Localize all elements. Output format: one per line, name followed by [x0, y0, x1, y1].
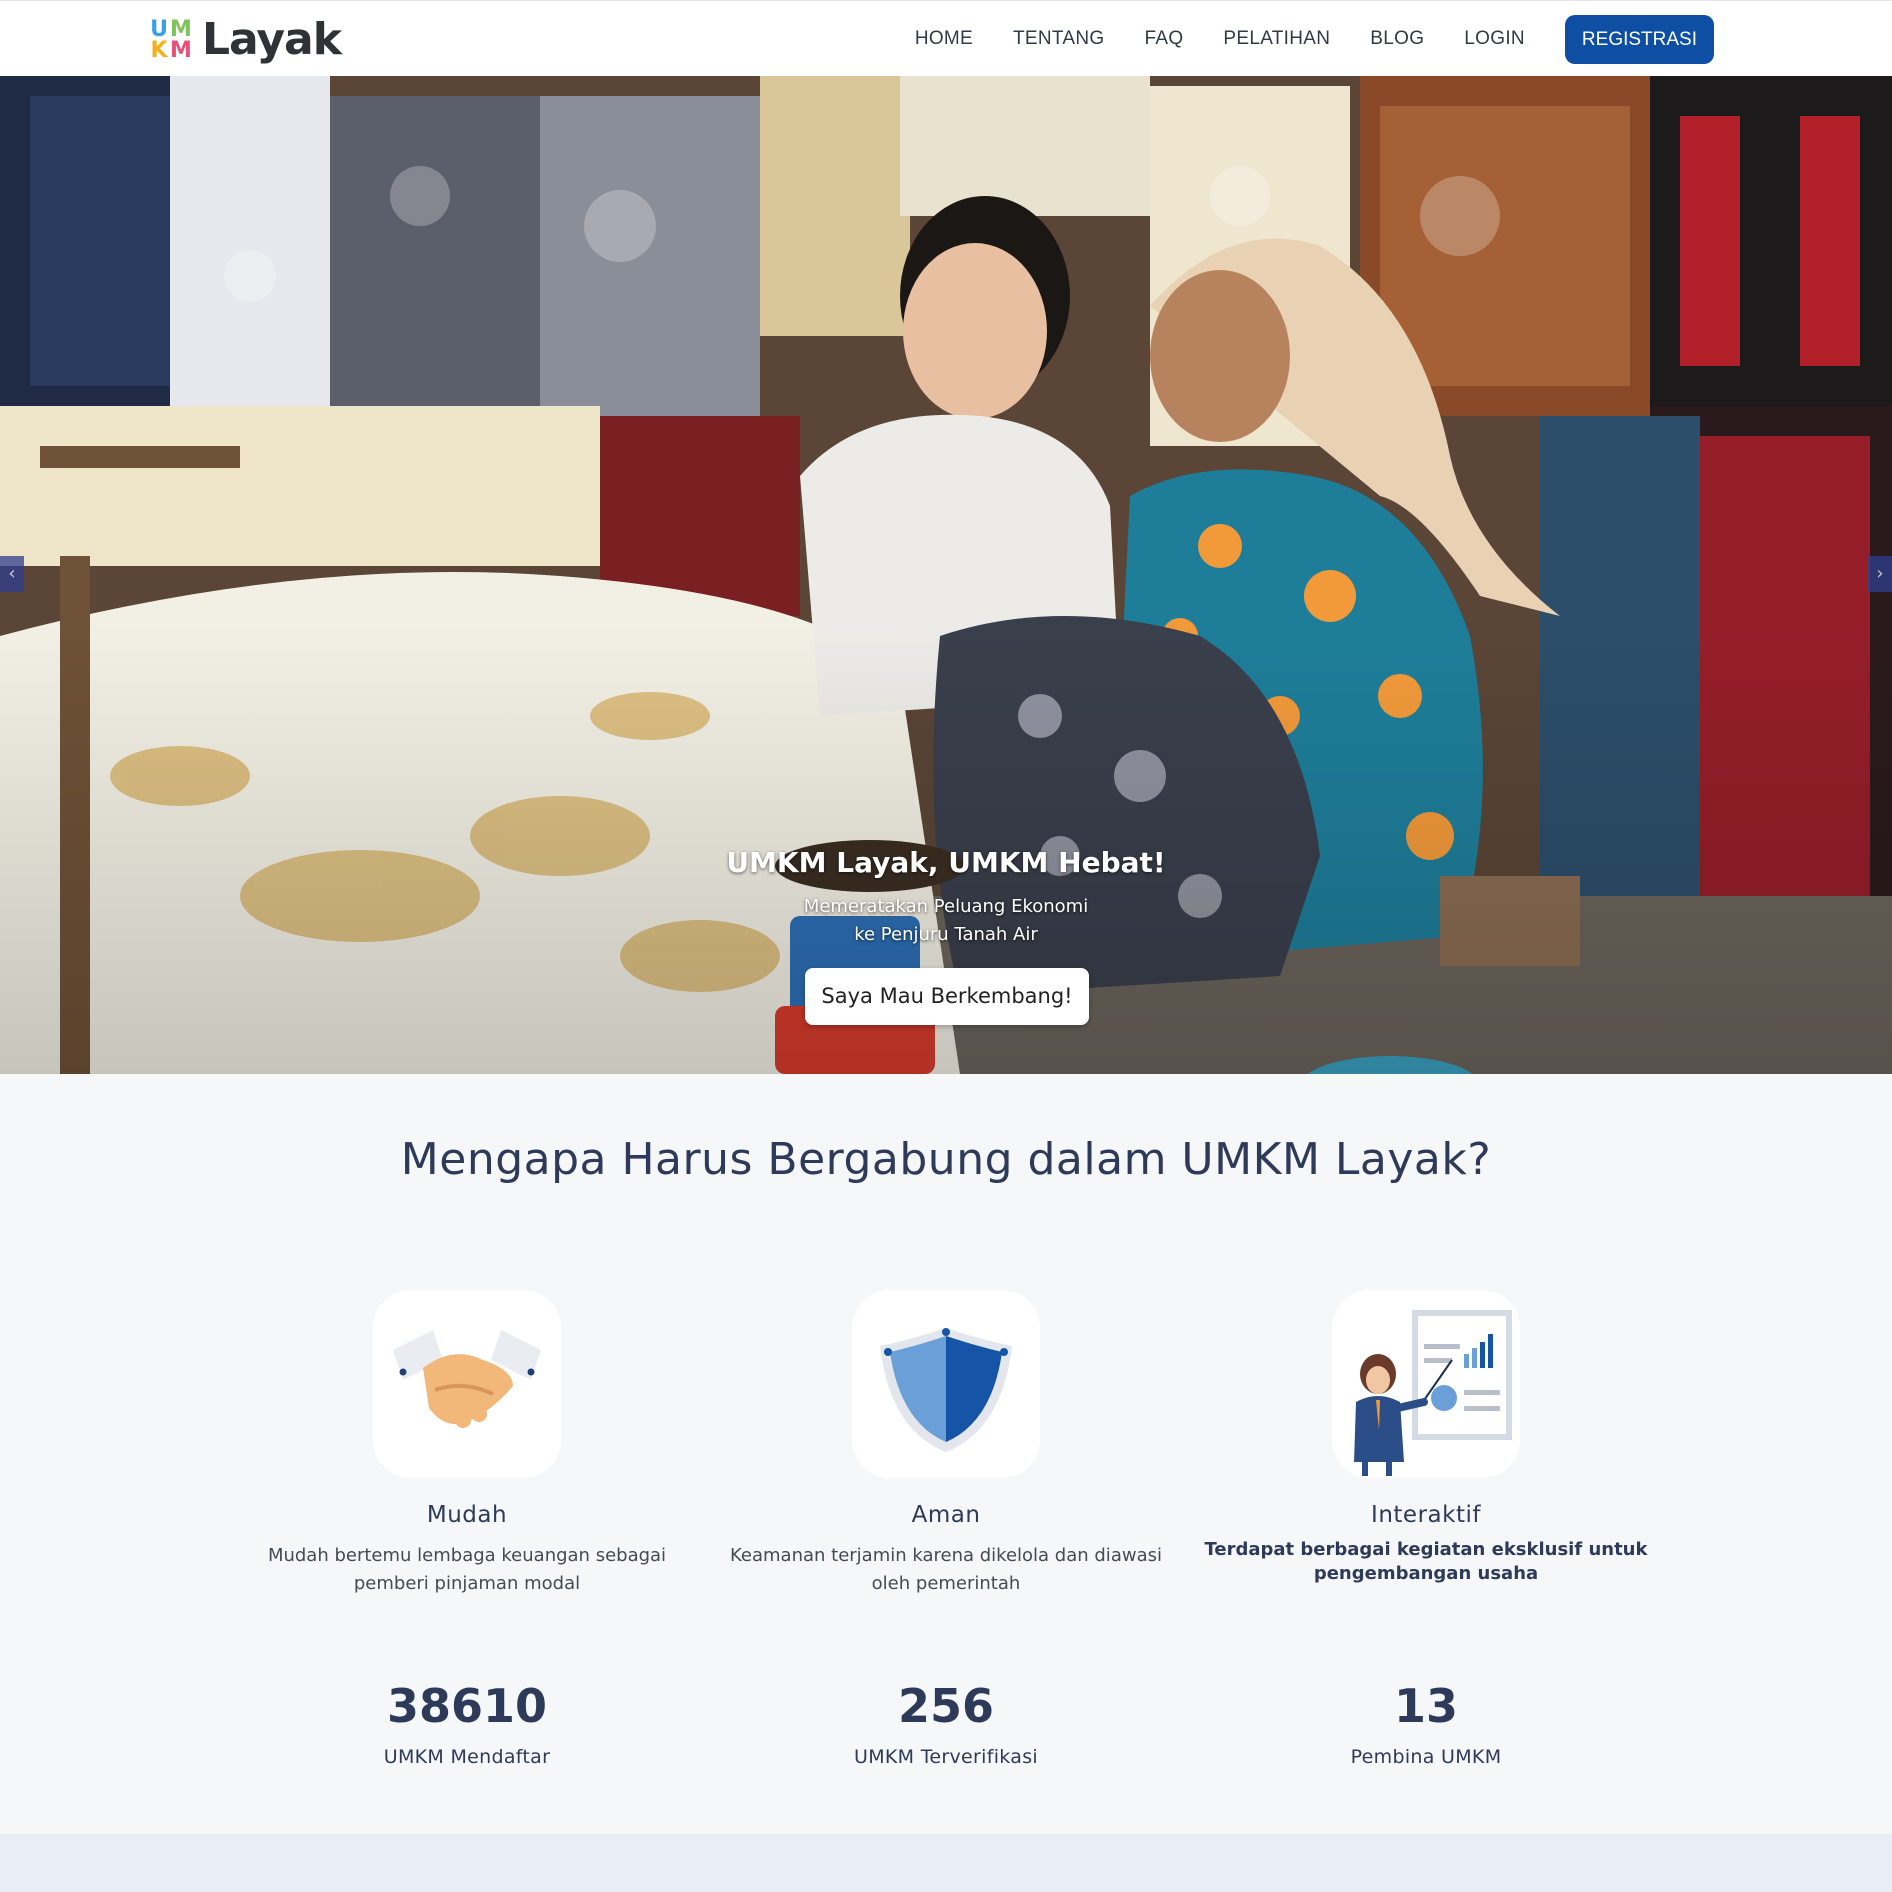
feature-card-mudah: Mudah Mudah bertemu lembaga keuangan seb… — [237, 1290, 697, 1598]
site-header: U M K M Layak HOME TENTANG FAQ PELATIHAN… — [0, 0, 1892, 76]
stat-umkm-mendaftar: 38610 UMKM Mendaftar — [237, 1678, 697, 1768]
next-section-band — [0, 1834, 1892, 1892]
stat-umkm-terverifikasi: 256 UMKM Terverifikasi — [716, 1678, 1176, 1768]
logo-letter: K — [150, 38, 168, 63]
nav-blog[interactable]: BLOG — [1370, 28, 1424, 50]
registrasi-button[interactable]: REGISTRASI — [1564, 14, 1714, 64]
logo-letter: U — [150, 17, 168, 42]
hero-title: UMKM Layak, UMKM Hebat! — [726, 846, 1166, 879]
stat-value: 38610 — [386, 1679, 548, 1733]
nav-pelatihan[interactable]: PELATIHAN — [1223, 28, 1330, 50]
nav-login[interactable]: LOGIN — [1464, 28, 1525, 50]
nav-tentang[interactable]: TENTANG — [1013, 28, 1104, 50]
feature-card-aman: Aman Keamanan terjamin karena dikelola d… — [716, 1290, 1176, 1598]
logo[interactable]: U M K M Layak — [148, 14, 342, 65]
presentation-icon — [1332, 1290, 1520, 1478]
stat-value: 13 — [1393, 1679, 1458, 1733]
stat-label: UMKM Terverifikasi — [854, 1746, 1038, 1768]
umkm-logo-mark: U M K M — [148, 17, 192, 63]
feature-card-interaktif: Interaktif Terdapat berbagai kegiatan ek… — [1196, 1290, 1656, 1586]
nav-home[interactable]: HOME — [915, 28, 973, 50]
hero-subtitle: Memeratakan Peluang Ekonomi ke Penjuru T… — [0, 893, 1892, 949]
shield-icon — [852, 1290, 1040, 1478]
carousel-prev-icon[interactable]: ‹ — [0, 556, 24, 592]
stat-label: UMKM Mendaftar — [383, 1746, 551, 1768]
saya-mau-berkembang-button[interactable]: Saya Mau Berkembang! — [805, 968, 1089, 1025]
logo-text: Layak — [202, 14, 342, 65]
feature-name: Mudah — [426, 1502, 508, 1528]
feature-description: Keamanan terjamin karena dikelola dan di… — [730, 1545, 1162, 1594]
handshake-icon — [373, 1290, 561, 1478]
carousel-next-icon[interactable]: › — [1868, 556, 1892, 592]
feature-name: Interaktif — [1371, 1502, 1481, 1528]
feature-description: Mudah bertemu lembaga keuangan sebagai p… — [267, 1545, 667, 1594]
logo-letter: M — [170, 17, 192, 42]
main-nav: HOME TENTANG FAQ PELATIHAN BLOG LOGIN RE… — [915, 14, 1714, 64]
logo-letter: M — [170, 38, 192, 63]
hero-carousel: ‹ › UMKM Layak, UMKM Hebat! Memeratakan … — [0, 76, 1892, 1074]
stat-value: 256 — [897, 1679, 995, 1733]
hero-subtitle-line: ke Penjuru Tanah Air — [854, 924, 1038, 945]
section-title: Mengapa Harus Bergabung dalam UMKM Layak… — [400, 1134, 1492, 1185]
feature-name: Aman — [911, 1502, 981, 1528]
stat-pembina-umkm: 13 Pembina UMKM — [1196, 1678, 1656, 1768]
feature-description: Terdapat berbagai kegiatan eksklusif unt… — [1204, 1539, 1648, 1584]
nav-faq[interactable]: FAQ — [1144, 28, 1183, 50]
hero-subtitle-line: Memeratakan Peluang Ekonomi — [803, 896, 1089, 917]
stat-label: Pembina UMKM — [1350, 1746, 1502, 1768]
